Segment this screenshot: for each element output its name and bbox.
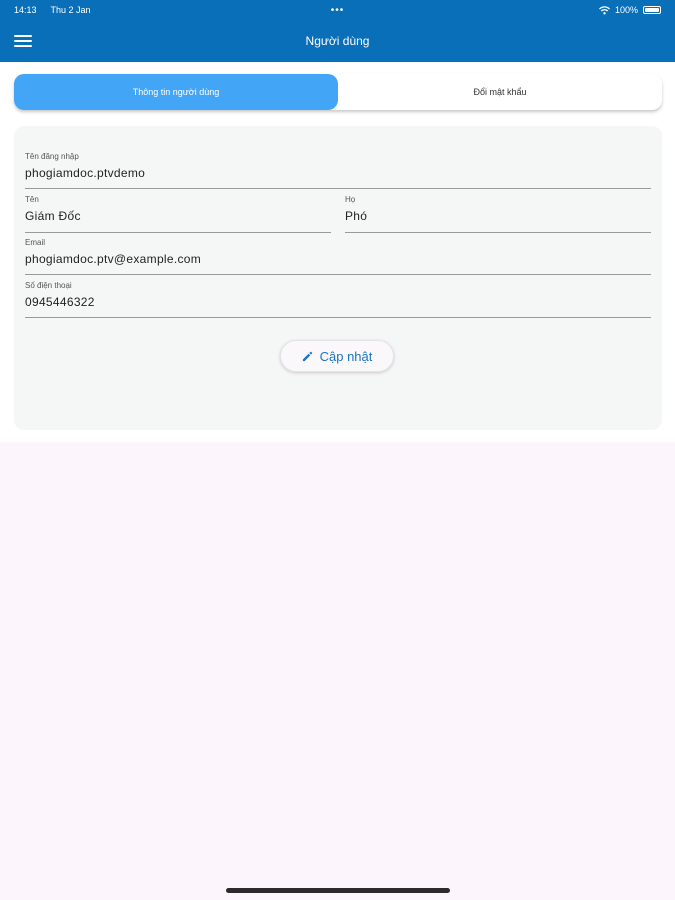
wifi-icon: [599, 5, 610, 14]
multitasking-dots-icon[interactable]: •••: [331, 5, 345, 16]
battery-percent: 100%: [614, 5, 638, 15]
phone-field[interactable]: Số điện thoại 0945446322: [25, 281, 651, 318]
pencil-icon: [302, 351, 312, 361]
home-indicator[interactable]: [226, 888, 450, 893]
username-value[interactable]: phogiamdoc.ptvdemo: [25, 166, 651, 180]
page-title: Người dùng: [305, 34, 370, 48]
app-bar: Người dùng: [0, 20, 675, 62]
tab-change-password[interactable]: Đổi mật khẩu: [338, 74, 662, 110]
first-name-label: Tên: [25, 195, 39, 204]
last-name-value[interactable]: Phó: [345, 209, 651, 223]
update-button-label: Cập nhật: [319, 348, 373, 364]
user-form-card: Tên đăng nhập phogiamdoc.ptvdemo Tên Giá…: [14, 126, 662, 430]
segmented-tabs: Thông tin người dùng Đổi mật khẩu: [14, 74, 662, 110]
phone-value[interactable]: 0945446322: [25, 295, 651, 309]
username-label: Tên đăng nhập: [25, 152, 79, 161]
first-name-field[interactable]: Tên Giám Đốc: [25, 195, 331, 233]
status-time: 14:13: [14, 5, 37, 15]
tab-user-info[interactable]: Thông tin người dùng: [14, 74, 338, 110]
email-field[interactable]: Email phogiamdoc.ptv@example.com: [25, 238, 651, 275]
status-date: Thu 2 Jan: [50, 5, 91, 15]
email-value[interactable]: phogiamdoc.ptv@example.com: [25, 252, 651, 266]
email-label: Email: [25, 238, 46, 247]
phone-label: Số điện thoại: [25, 281, 72, 290]
status-bar: 14:13 Thu 2 Jan ••• 100%: [0, 0, 675, 20]
username-field[interactable]: Tên đăng nhập phogiamdoc.ptvdemo: [25, 152, 651, 189]
last-name-label: Họ: [345, 195, 356, 204]
first-name-value[interactable]: Giám Đốc: [25, 209, 331, 223]
last-name-field[interactable]: Họ Phó: [345, 195, 651, 233]
update-button[interactable]: Cập nhật: [280, 340, 394, 372]
battery-icon: [643, 6, 661, 14]
